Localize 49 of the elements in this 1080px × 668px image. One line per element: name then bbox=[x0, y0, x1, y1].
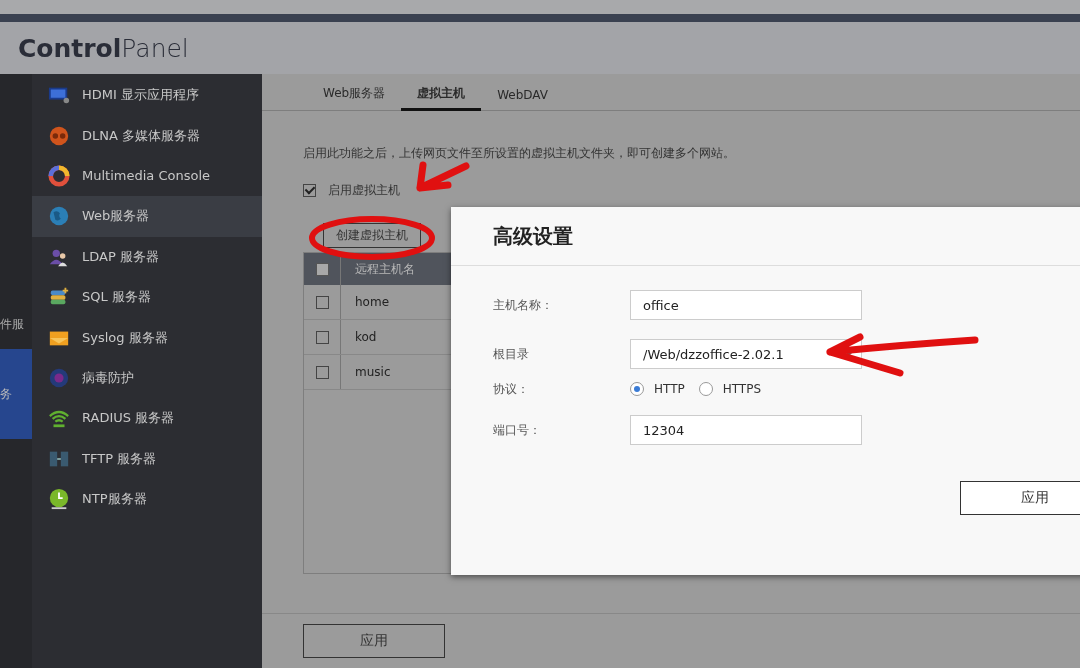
table-cell-text: music bbox=[354, 364, 391, 381]
sidebar-item[interactable]: Multimedia Console bbox=[32, 155, 262, 197]
apply-button[interactable]: 应用 bbox=[960, 481, 1080, 515]
dropdown-field[interactable]: /Web/dzzoffice-2.02.1 bbox=[630, 339, 862, 369]
globe-icon bbox=[48, 205, 70, 228]
radio-button[interactable] bbox=[698, 382, 713, 396]
checkbox[interactable] bbox=[315, 262, 329, 276]
checkbox[interactable] bbox=[303, 184, 316, 197]
sidebar-item[interactable]: TFTP 服务器 bbox=[32, 438, 262, 479]
virus-icon bbox=[48, 366, 70, 389]
sidebar-item[interactable]: Syslog 服务器 bbox=[32, 317, 262, 358]
table-cell-text: home bbox=[354, 294, 390, 311]
tab[interactable]: Web服务器 bbox=[307, 85, 402, 111]
checkbox-label: 启用虚拟主机 bbox=[328, 182, 400, 199]
description-text: 启用此功能之后，上传网页文件至所设置的虚拟主机文件夹，即可创建多个网站。 bbox=[303, 145, 736, 162]
input-field[interactable]: 12304 bbox=[630, 415, 862, 445]
column-header: 远程主机名 bbox=[354, 260, 415, 278]
input-field[interactable]: office bbox=[630, 290, 862, 320]
rail-item[interactable]: 件服 bbox=[0, 299, 32, 349]
sidebar-item[interactable]: LDAP 服务器 bbox=[32, 236, 262, 277]
sidebar-item[interactable]: RADIUS 服务器 bbox=[32, 398, 262, 439]
annotation-arrow bbox=[416, 161, 470, 192]
media-icon bbox=[48, 124, 70, 147]
ring-icon bbox=[48, 164, 70, 187]
radio-label: HTTP bbox=[654, 382, 685, 396]
apply-button[interactable]: 应用 bbox=[303, 624, 445, 658]
field-label: 主机名称： bbox=[493, 296, 554, 314]
checkbox[interactable] bbox=[315, 330, 329, 344]
sidebar-item[interactable]: SQL 服务器 bbox=[32, 276, 262, 318]
create-button[interactable]: 创建虚拟主机 bbox=[323, 223, 421, 248]
dialog-title: 高级设置 bbox=[493, 222, 573, 250]
checkbox[interactable] bbox=[315, 295, 329, 309]
sidebar-item[interactable]: HDMI 显示应用程序 bbox=[32, 75, 262, 116]
radio-label: HTTPS bbox=[722, 382, 762, 396]
clock-icon bbox=[48, 488, 70, 511]
rail-item[interactable]: 务 bbox=[0, 349, 32, 439]
checkbox[interactable] bbox=[315, 365, 329, 379]
tab[interactable]: 虚拟主机 bbox=[401, 85, 482, 111]
sidebar-item[interactable]: NTP服务器 bbox=[32, 478, 262, 520]
field-label: 端口号： bbox=[493, 421, 542, 439]
field-label: 根目录 bbox=[493, 345, 530, 363]
sidebar-item[interactable]: DLNA 多媒体服务器 bbox=[32, 115, 262, 156]
field-label: 协议： bbox=[493, 380, 530, 398]
app-title: ControlPanel bbox=[18, 33, 189, 63]
sidebar-item[interactable]: Web服务器 bbox=[32, 196, 262, 237]
radio-button[interactable] bbox=[630, 382, 644, 396]
table-cell-text: kod bbox=[354, 329, 377, 346]
tab[interactable]: WebDAV bbox=[481, 88, 564, 111]
sidebar-item[interactable]: 病毒防护 bbox=[32, 357, 262, 399]
